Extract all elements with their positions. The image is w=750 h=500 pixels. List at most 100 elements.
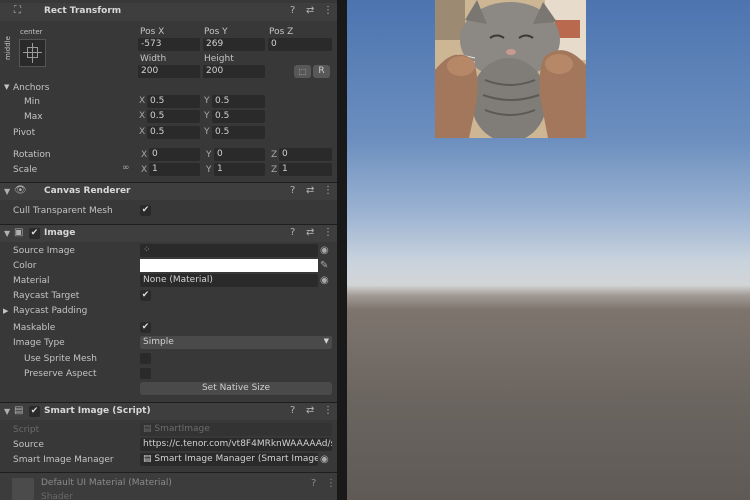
- help-icon[interactable]: ?: [290, 185, 295, 196]
- image-type-dropdown[interactable]: Simple ▼: [140, 336, 332, 349]
- scale-z-field[interactable]: 1: [279, 163, 332, 176]
- rotation-x-field[interactable]: 0: [149, 148, 200, 161]
- foldout-arrow-icon[interactable]: ▼: [4, 229, 10, 238]
- scene-view[interactable]: [347, 0, 750, 500]
- pivot-y-field[interactable]: 0.5: [212, 126, 265, 139]
- inspector-panel: ⛶ Rect Transform ? ⇄ ⋮ center middle Pos…: [0, 0, 337, 500]
- presets-icon[interactable]: ⇄: [306, 185, 314, 196]
- rect-transform-icon: ⛶: [14, 5, 21, 16]
- foldout-arrow-icon[interactable]: ▼: [4, 187, 10, 196]
- material-sphere-icon: [12, 478, 34, 500]
- preserve-aspect-checkbox[interactable]: [140, 368, 151, 379]
- pivot-y-axis-label: Y: [204, 127, 210, 137]
- script-value: SmartImage: [154, 424, 210, 434]
- object-picker-icon[interactable]: ◉: [320, 454, 329, 465]
- color-swatch[interactable]: [140, 259, 318, 272]
- preserve-aspect-label: Preserve Aspect: [24, 369, 97, 379]
- pos-z-label: Pos Z: [269, 27, 294, 37]
- anchor-preset-side-label: middle: [4, 36, 12, 60]
- anchor-max-y-field[interactable]: 0.5: [212, 110, 265, 123]
- image-title: Image: [44, 228, 76, 238]
- scale-x-field[interactable]: 1: [149, 163, 200, 176]
- material-label: Material: [13, 276, 50, 286]
- cull-transparent-mesh-label: Cull Transparent Mesh: [13, 206, 113, 216]
- anchor-max-x-field[interactable]: 0.5: [147, 110, 200, 123]
- presets-icon[interactable]: ⇄: [306, 405, 314, 416]
- cull-transparent-mesh-checkbox[interactable]: ✔: [140, 205, 151, 216]
- help-icon[interactable]: ?: [311, 478, 316, 489]
- rotation-label: Rotation: [13, 150, 51, 160]
- source-url-field[interactable]: https://c.tenor.com/vt8F4MRknWAAAAAd/sr: [140, 438, 332, 451]
- smart-image-manager-field[interactable]: ▤ Smart Image Manager (Smart Image Ma: [140, 453, 318, 466]
- sprite-icon: ⁘: [143, 245, 151, 255]
- maskable-label: Maskable: [13, 323, 56, 333]
- scale-y-axis-label: Y: [206, 165, 212, 175]
- anchor-min-label: Min: [24, 97, 40, 107]
- pivot-x-axis-label: X: [139, 127, 146, 137]
- scale-y-field[interactable]: 1: [214, 163, 265, 176]
- canvas-renderer-header[interactable]: ▼ 👁 Canvas Renderer ? ⇄ ⋮: [0, 182, 337, 200]
- image-header[interactable]: ▼ ▣ ✔ Image ? ⇄ ⋮: [0, 224, 337, 242]
- rot-z-axis-label: Z: [271, 150, 278, 160]
- min-y-axis-label: Y: [204, 96, 210, 106]
- height-field[interactable]: 200: [203, 65, 265, 78]
- object-picker-icon[interactable]: ◉: [320, 245, 329, 256]
- scale-x-axis-label: X: [141, 165, 148, 175]
- pivot-x-field[interactable]: 0.5: [147, 126, 200, 139]
- source-image-field[interactable]: ⁘: [140, 244, 318, 257]
- pos-x-field[interactable]: -573: [138, 38, 200, 51]
- max-y-axis-label: Y: [204, 111, 210, 121]
- kebab-menu-icon[interactable]: ⋮: [323, 405, 333, 416]
- rotation-y-field[interactable]: 0: [214, 148, 265, 161]
- foldout-arrow-icon[interactable]: ▼: [4, 407, 10, 416]
- presets-icon[interactable]: ⇄: [306, 5, 314, 16]
- material-title: Default UI Material (Material): [41, 478, 172, 488]
- color-label: Color: [13, 261, 37, 271]
- smart-image-title: Smart Image (Script): [44, 406, 151, 416]
- rotation-z-field[interactable]: 0: [279, 148, 332, 161]
- image-enabled-checkbox[interactable]: ✔: [29, 228, 40, 239]
- anchors-foldout-arrow[interactable]: ▼: [4, 83, 9, 91]
- kebab-menu-icon[interactable]: ⋮: [323, 227, 333, 238]
- material-preview-header[interactable]: Default UI Material (Material) Shader ? …: [0, 473, 337, 500]
- rot-x-axis-label: X: [141, 150, 148, 160]
- raycast-padding-label[interactable]: Raycast Padding: [13, 306, 87, 316]
- anchors-label[interactable]: Anchors: [13, 83, 49, 93]
- help-icon[interactable]: ?: [290, 405, 295, 416]
- blueprint-mode-button[interactable]: ⬚: [294, 65, 311, 78]
- script-file-icon: ▤: [143, 454, 152, 464]
- kebab-menu-icon[interactable]: ⋮: [326, 478, 336, 489]
- raw-edit-button[interactable]: R: [313, 65, 330, 78]
- width-field[interactable]: 200: [138, 65, 200, 78]
- panel-divider[interactable]: [337, 0, 347, 500]
- anchor-min-x-field[interactable]: 0.5: [147, 95, 200, 108]
- set-native-size-button[interactable]: Set Native Size: [140, 382, 332, 395]
- rect-transform-title: Rect Transform: [44, 6, 122, 16]
- maskable-checkbox[interactable]: ✔: [140, 322, 151, 333]
- chevron-down-icon: ▼: [323, 337, 329, 345]
- pos-y-field[interactable]: 269: [203, 38, 265, 51]
- presets-icon[interactable]: ⇄: [306, 227, 314, 238]
- constrain-proportions-icon[interactable]: ∞: [122, 163, 130, 173]
- material-field[interactable]: None (Material): [140, 274, 318, 287]
- anchor-min-y-field[interactable]: 0.5: [212, 95, 265, 108]
- kebab-menu-icon[interactable]: ⋮: [323, 185, 333, 196]
- eyedropper-icon[interactable]: ✎: [320, 260, 328, 271]
- height-label: Height: [204, 54, 234, 64]
- scale-label: Scale: [13, 165, 38, 175]
- anchor-max-label: Max: [24, 112, 43, 122]
- smart-image-header[interactable]: ▼ ▤ ✔ Smart Image (Script) ? ⇄ ⋮: [0, 402, 337, 420]
- help-icon[interactable]: ?: [290, 227, 295, 238]
- raycast-target-checkbox[interactable]: ✔: [140, 290, 151, 301]
- pos-z-field[interactable]: 0: [268, 38, 332, 51]
- smart-image-enabled-checkbox[interactable]: ✔: [29, 406, 40, 417]
- kebab-menu-icon[interactable]: ⋮: [323, 5, 333, 16]
- eye-icon: 👁: [14, 185, 27, 196]
- raycast-padding-foldout-arrow[interactable]: ▶: [3, 307, 8, 315]
- use-sprite-mesh-checkbox[interactable]: [140, 353, 151, 364]
- source-image-label: Source Image: [13, 246, 75, 256]
- anchor-preset-button[interactable]: [19, 39, 46, 67]
- rect-transform-header[interactable]: ⛶ Rect Transform ? ⇄ ⋮: [0, 3, 337, 21]
- object-picker-icon[interactable]: ◉: [320, 275, 329, 286]
- help-icon[interactable]: ?: [290, 5, 295, 16]
